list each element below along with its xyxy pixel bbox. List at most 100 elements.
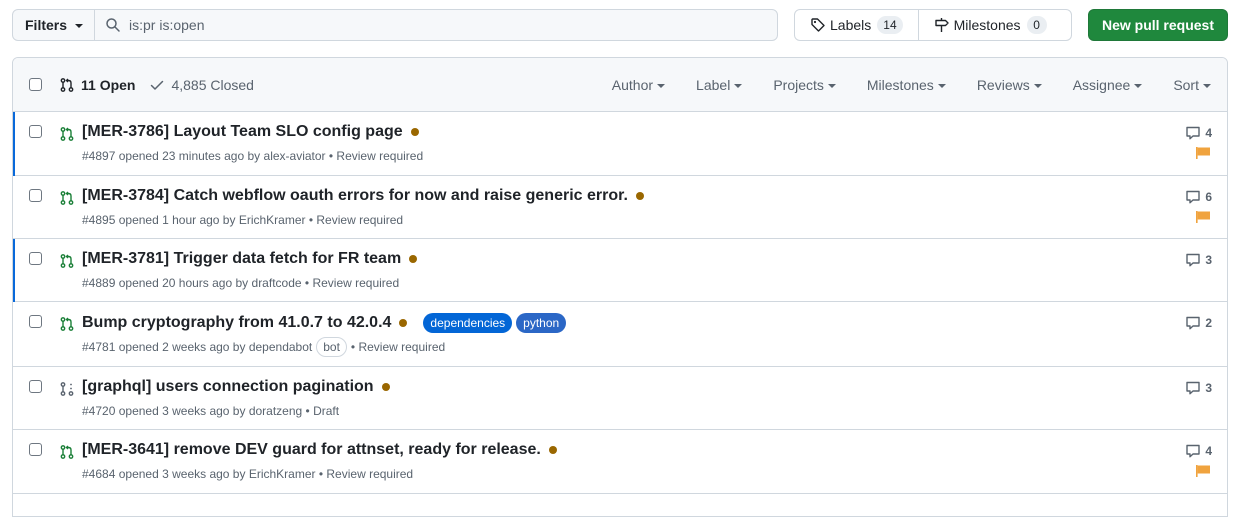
pr-number: #4781 bbox=[82, 340, 116, 354]
label-python[interactable]: python bbox=[516, 313, 567, 333]
milestones-button[interactable]: Milestones 0 bbox=[917, 10, 1062, 40]
opened-text: opened 2 weeks ago by bbox=[118, 340, 246, 354]
menu-label: Assignee bbox=[1072, 77, 1131, 93]
comment-icon bbox=[1186, 126, 1201, 140]
filters-button[interactable]: Filters bbox=[12, 9, 95, 41]
pending-status-dot[interactable] bbox=[410, 128, 419, 136]
pr-title-link[interactable]: [MER-3781] Trigger data fetch for FR tea… bbox=[82, 250, 401, 268]
label-dependencies[interactable]: dependencies bbox=[423, 313, 513, 333]
comments-link[interactable]: 2 bbox=[1185, 315, 1212, 331]
author-link[interactable]: alex-aviator bbox=[264, 149, 326, 163]
milestones-menu[interactable]: Milestones bbox=[867, 77, 946, 93]
list-header: 11 Open 4,885 Closed Author Label Projec… bbox=[13, 58, 1227, 112]
closed-filter[interactable]: 4,885 Closed bbox=[149, 77, 254, 93]
pr-title-link[interactable]: Bump cryptography from 41.0.7 to 42.0.4 bbox=[82, 314, 391, 332]
author-link[interactable]: draftcode bbox=[252, 276, 302, 290]
author-link[interactable]: dependabot bbox=[249, 340, 312, 354]
label-menu[interactable]: Label bbox=[696, 77, 743, 93]
pr-title-link[interactable]: [MER-3786] Layout Team SLO config page bbox=[82, 123, 403, 141]
state-toggles: 11 Open 4,885 Closed bbox=[59, 58, 254, 112]
list-item[interactable]: [MER-3786] Layout Team SLO config page #… bbox=[13, 112, 1227, 176]
search-icon bbox=[106, 18, 120, 32]
filter-menus: Author Label Projects Milestones Reviews… bbox=[612, 58, 1211, 112]
flag-icon bbox=[1196, 211, 1210, 223]
row-checkbox[interactable] bbox=[29, 443, 42, 456]
comments-link[interactable]: 4 bbox=[1185, 125, 1212, 141]
draft-status: • Draft bbox=[305, 404, 340, 418]
tag-icon bbox=[811, 18, 825, 32]
check-icon bbox=[151, 80, 164, 90]
list-item[interactable]: Bump cryptography from 41.0.7 to 42.0.4 … bbox=[13, 302, 1227, 367]
pr-title-link[interactable]: [graphql] users connection pagination bbox=[82, 378, 374, 396]
title-line: [MER-3641] remove DEV guard for attnset,… bbox=[82, 441, 557, 459]
title-line: [graphql] users connection pagination bbox=[82, 378, 390, 396]
assignee-menu[interactable]: Assignee bbox=[1073, 77, 1143, 93]
chevron-down-icon bbox=[937, 83, 946, 88]
pending-status-dot[interactable] bbox=[381, 383, 390, 391]
menu-label: Reviews bbox=[976, 77, 1030, 93]
pr-number: #4684 bbox=[82, 467, 116, 481]
open-pull-request-icon bbox=[60, 127, 74, 141]
reviews-menu[interactable]: Reviews bbox=[977, 77, 1042, 93]
pending-status-dot[interactable] bbox=[635, 192, 644, 200]
sort-menu[interactable]: Sort bbox=[1173, 77, 1211, 93]
pull-request-icon bbox=[60, 78, 74, 92]
comment-icon bbox=[1186, 190, 1201, 204]
author-menu[interactable]: Author bbox=[611, 77, 666, 93]
select-all-checkbox[interactable] bbox=[29, 78, 42, 91]
comments-link[interactable]: 6 bbox=[1185, 189, 1212, 205]
opened-text: opened 20 hours ago by bbox=[118, 276, 249, 290]
comments-link[interactable]: 4 bbox=[1185, 443, 1212, 459]
pr-title-link[interactable]: [MER-3641] remove DEV guard for attnset,… bbox=[82, 441, 541, 459]
review-status: • Review required bbox=[318, 467, 414, 481]
draft-pull-request-icon bbox=[60, 382, 74, 396]
title-line: Bump cryptography from 41.0.7 to 42.0.4 … bbox=[82, 313, 567, 333]
pr-meta: #4889 opened 20 hours ago by draftcode •… bbox=[82, 276, 399, 290]
list-item[interactable]: [MER-3641] remove DEV guard for attnset,… bbox=[13, 430, 1227, 494]
search-box[interactable] bbox=[94, 9, 778, 41]
author-link[interactable]: ErichKramer bbox=[239, 213, 306, 227]
menu-label: Author bbox=[611, 77, 654, 93]
row-checkbox[interactable] bbox=[29, 252, 42, 265]
projects-menu[interactable]: Projects bbox=[773, 77, 836, 93]
comment-count: 4 bbox=[1205, 444, 1212, 458]
open-pull-request-icon bbox=[60, 254, 74, 268]
pr-number: #4897 bbox=[82, 149, 116, 163]
comment-icon bbox=[1186, 381, 1201, 395]
comment-icon bbox=[1186, 253, 1201, 267]
comment-count: 2 bbox=[1205, 316, 1212, 330]
pending-status-dot[interactable] bbox=[548, 446, 557, 454]
chevron-down-icon bbox=[734, 83, 743, 88]
row-checkbox[interactable] bbox=[29, 125, 42, 138]
filters-label: Filters bbox=[25, 17, 68, 33]
menu-label: Sort bbox=[1173, 77, 1199, 93]
pending-status-dot[interactable] bbox=[399, 319, 408, 327]
chevron-down-icon bbox=[657, 83, 666, 88]
pr-number: #4895 bbox=[82, 213, 116, 227]
milestone-icon bbox=[934, 18, 949, 32]
author-link[interactable]: doratzeng bbox=[249, 404, 302, 418]
pending-status-dot[interactable] bbox=[409, 255, 418, 263]
pr-title-link[interactable]: [MER-3784] Catch webflow oauth errors fo… bbox=[82, 187, 628, 205]
comments-link[interactable]: 3 bbox=[1185, 252, 1212, 268]
labels-button[interactable]: Labels 14 bbox=[795, 10, 918, 40]
open-pull-request-icon bbox=[60, 317, 74, 331]
open-count: 11 Open bbox=[81, 77, 136, 93]
list-item[interactable]: [graphql] users connection pagination #4… bbox=[13, 367, 1227, 430]
row-checkbox[interactable] bbox=[29, 189, 42, 202]
list-item[interactable]: [MER-3784] Catch webflow oauth errors fo… bbox=[13, 176, 1227, 239]
search-input[interactable] bbox=[129, 17, 729, 33]
toolbar: Filters Labels 14 Milestones 0 New pull … bbox=[12, 9, 1228, 41]
review-status: • Review required bbox=[308, 213, 404, 227]
row-checkbox[interactable] bbox=[29, 380, 42, 393]
labels-milestones-group: Labels 14 Milestones 0 bbox=[794, 9, 1072, 41]
row-checkbox[interactable] bbox=[29, 315, 42, 328]
comments-link[interactable]: 3 bbox=[1185, 380, 1212, 396]
pr-meta: #4684 opened 3 weeks ago by ErichKramer … bbox=[82, 467, 413, 481]
open-filter[interactable]: 11 Open bbox=[59, 77, 135, 93]
new-pull-request-button[interactable]: New pull request bbox=[1088, 9, 1228, 41]
author-link[interactable]: ErichKramer bbox=[249, 467, 316, 481]
list-item[interactable]: [MER-3781] Trigger data fetch for FR tea… bbox=[13, 239, 1227, 302]
pr-number: #4889 bbox=[82, 276, 116, 290]
pr-meta: #4720 opened 3 weeks ago by doratzeng • … bbox=[82, 404, 339, 418]
